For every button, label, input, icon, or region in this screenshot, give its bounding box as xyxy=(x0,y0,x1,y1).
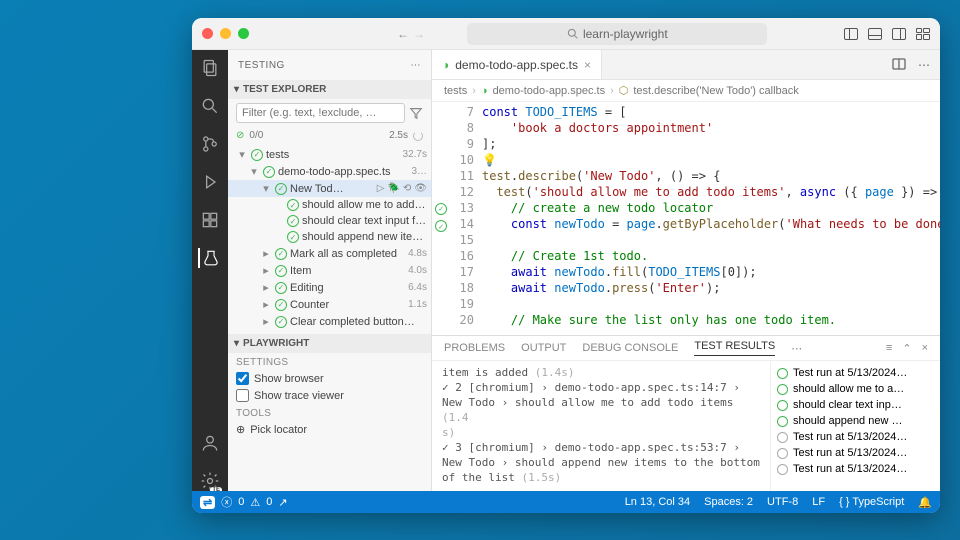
titlebar: ← → learn-playwright xyxy=(192,18,940,50)
toggle-secondary-icon[interactable] xyxy=(892,28,906,40)
panel-tabs: PROBLEMS OUTPUT DEBUG CONSOLE TEST RESUL… xyxy=(432,336,940,361)
collapse-icon[interactable]: ⌃ xyxy=(902,342,911,355)
playwright-header[interactable]: ▾PLAYWRIGHT xyxy=(228,334,431,353)
scm-icon[interactable] xyxy=(200,134,220,154)
test-tree-item[interactable]: ▾New Tod…▷🪲⟲👁 xyxy=(228,180,431,197)
breadcrumb[interactable]: tests› ◑demo-todo-app.spec.ts› ⬡test.des… xyxy=(432,80,940,102)
test-tree-item[interactable]: ▸Mark all as completed4.8s xyxy=(228,245,431,262)
status-bar: ⇌ ⓧ0 ⚠0 ↗ Ln 13, Col 34 Spaces: 2 UTF-8 … xyxy=(192,491,940,513)
run-icon: ▷ xyxy=(377,183,385,194)
command-center[interactable]: learn-playwright xyxy=(467,23,767,45)
zoom-window[interactable] xyxy=(238,28,249,39)
testing-sidebar: TESTING ⋯ ▾TEST EXPLORER ⊘ 0/0 2.5s ▾test… xyxy=(228,50,432,491)
settings-label: SETTINGS xyxy=(228,353,431,370)
test-run-item[interactable]: should append new … xyxy=(771,413,940,429)
more-icon[interactable]: ⋯ xyxy=(411,60,422,71)
test-tree-item[interactable]: should allow me to add to… xyxy=(228,197,431,213)
filter-input[interactable] xyxy=(236,103,405,123)
refresh-icon: ⟲ xyxy=(403,183,411,194)
reveal-icon: 👁 xyxy=(414,183,427,194)
layout-controls xyxy=(844,28,930,40)
activity-bar: TE xyxy=(192,50,228,491)
ports-icon[interactable]: ↗ xyxy=(278,496,287,509)
test-tree-item[interactable]: ▸Counter1.1s xyxy=(228,296,431,313)
eol[interactable]: LF xyxy=(812,496,825,508)
test-run-item[interactable]: Test run at 5/13/2024… xyxy=(771,461,940,477)
show-trace-checkbox[interactable]: Show trace viewer xyxy=(228,387,431,404)
nav-forward-icon[interactable]: → xyxy=(413,27,425,41)
test-run-item[interactable]: Test run at 5/13/2024… xyxy=(771,365,940,381)
filter-icon[interactable] xyxy=(409,106,423,120)
split-editor-icon[interactable] xyxy=(892,58,906,72)
test-tree-item[interactable]: should clear text input f… xyxy=(228,213,431,229)
settings-gear-icon[interactable]: TE xyxy=(200,471,220,491)
test-run-item[interactable]: Test run at 5/13/2024… xyxy=(771,445,940,461)
debug-icon[interactable] xyxy=(200,172,220,192)
test-tree-item[interactable]: ▸Item4.0s xyxy=(228,262,431,279)
panel-more-icon[interactable]: ⋯ xyxy=(791,342,802,355)
tools-label: TOOLS xyxy=(228,404,431,421)
test-results-output[interactable]: item is added (1.4s) ✓ 2 [chromium] › de… xyxy=(432,361,770,491)
vscode-window: ← → learn-playwright TE xyxy=(192,18,940,513)
show-browser-checkbox[interactable]: Show browser xyxy=(228,370,431,387)
test-tree-item[interactable]: ▸Editing6.4s xyxy=(228,279,431,296)
test-tree-item[interactable]: ▾demo-todo-app.spec.ts3… xyxy=(228,163,431,180)
notifications-icon[interactable]: 🔔 xyxy=(918,496,932,509)
tab-label: demo-todo-app.spec.ts xyxy=(455,58,578,72)
test-run-item[interactable]: Test run at 5/13/2024… xyxy=(771,429,940,445)
test-run-item[interactable]: should allow me to a… xyxy=(771,381,940,397)
toggle-sidebar-icon[interactable] xyxy=(844,28,858,40)
test-explorer-header[interactable]: ▾TEST EXPLORER xyxy=(228,80,431,99)
warning-icon[interactable]: ⚠ xyxy=(250,496,260,509)
test-run-item[interactable]: should clear text inp… xyxy=(771,397,940,413)
bottom-panel: PROBLEMS OUTPUT DEBUG CONSOLE TEST RESUL… xyxy=(432,335,940,491)
tab-problems[interactable]: PROBLEMS xyxy=(444,342,505,354)
account-icon[interactable] xyxy=(200,433,220,453)
search-activity-icon[interactable] xyxy=(200,96,220,116)
extensions-icon[interactable] xyxy=(200,210,220,230)
tab-test-results[interactable]: TEST RESULTS xyxy=(694,340,775,356)
indentation[interactable]: Spaces: 2 xyxy=(704,496,753,508)
close-window[interactable] xyxy=(202,28,213,39)
minimize-window[interactable] xyxy=(220,28,231,39)
more-actions-icon[interactable]: ⋯ xyxy=(918,58,930,72)
sidebar-title: TESTING xyxy=(238,60,285,71)
list-icon[interactable]: ≡ xyxy=(886,342,892,355)
pass-count-icon: ⊘ xyxy=(236,130,244,141)
tab-output[interactable]: OUTPUT xyxy=(521,342,566,354)
editor-tabs: ◑ demo-todo-app.spec.ts × ⋯ xyxy=(432,50,940,80)
target-icon: ⊕ xyxy=(236,423,245,436)
traffic-lights xyxy=(202,28,249,39)
remote-icon[interactable]: ⇌ xyxy=(200,496,215,509)
cursor-position[interactable]: Ln 13, Col 34 xyxy=(625,496,690,508)
error-icon[interactable]: ⓧ xyxy=(221,494,232,510)
test-tree: ▾tests32.7s▾demo-todo-app.spec.ts3…▾New … xyxy=(228,144,431,332)
nav-back-icon[interactable]: ← xyxy=(397,27,409,41)
search-icon xyxy=(567,28,578,39)
test-counter: 0/0 xyxy=(249,130,263,141)
close-panel-icon[interactable]: × xyxy=(922,342,928,355)
toggle-panel-icon[interactable] xyxy=(868,28,882,40)
layout-grid-icon[interactable] xyxy=(916,28,930,40)
language-mode[interactable]: { } TypeScript xyxy=(839,496,904,508)
test-tree-item[interactable]: ▾tests32.7s xyxy=(228,146,431,163)
pick-locator[interactable]: ⊕Pick locator xyxy=(228,421,431,438)
playwright-file-icon: ◑ xyxy=(442,58,449,72)
spinner-icon xyxy=(413,131,423,141)
encoding[interactable]: UTF-8 xyxy=(767,496,798,508)
search-text: learn-playwright xyxy=(583,27,668,41)
test-runs-list: Test run at 5/13/2024…should allow me to… xyxy=(770,361,940,491)
testing-icon[interactable] xyxy=(198,248,220,268)
code-editor[interactable]: 7891011121314151617181920 const TODO_ITE… xyxy=(432,102,940,335)
close-tab-icon[interactable]: × xyxy=(584,58,591,72)
explorer-icon[interactable] xyxy=(200,58,220,78)
test-tree-item[interactable]: ▸Clear completed button… xyxy=(228,313,431,330)
tab-demo-todo[interactable]: ◑ demo-todo-app.spec.ts × xyxy=(432,50,602,79)
test-tree-item[interactable]: should append new ite… xyxy=(228,229,431,245)
tab-debug-console[interactable]: DEBUG CONSOLE xyxy=(582,342,678,354)
editor-area: ◑ demo-todo-app.spec.ts × ⋯ tests› ◑demo… xyxy=(432,50,940,491)
debug-test-icon: 🪲 xyxy=(387,183,399,194)
test-time: 2.5s xyxy=(389,130,408,141)
